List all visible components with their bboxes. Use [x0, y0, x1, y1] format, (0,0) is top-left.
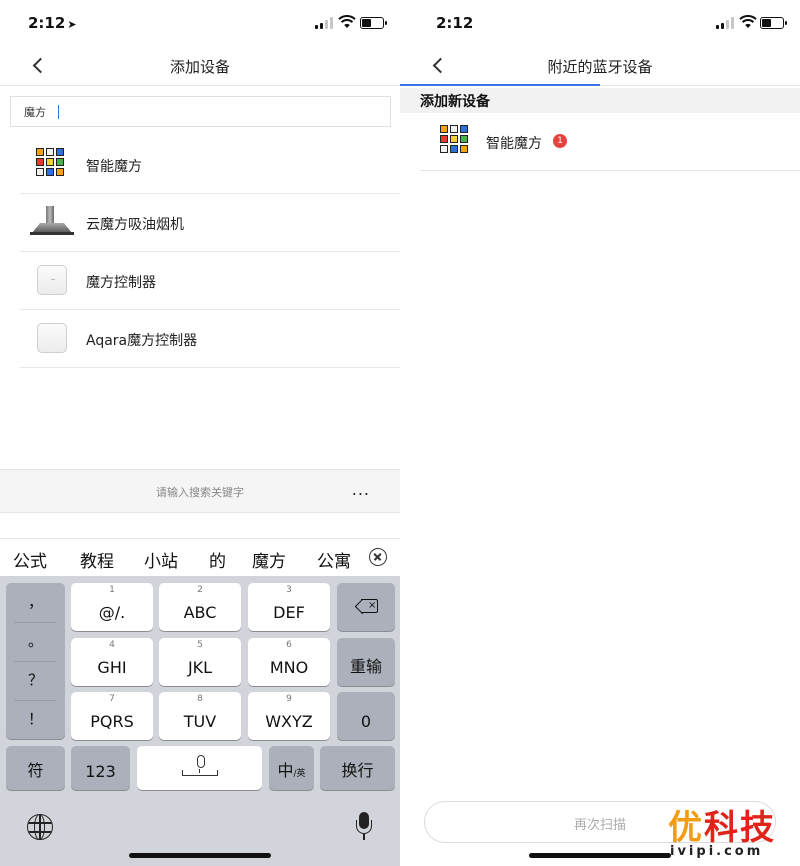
home-indicator — [529, 853, 671, 858]
key-period[interactable]: 。 — [6, 622, 65, 661]
candidate-word[interactable]: 的 — [209, 547, 226, 572]
device-item-range-hood[interactable]: 云魔方吸油烟机 — [20, 194, 400, 252]
rubiks-cube-icon — [434, 125, 476, 159]
key-6[interactable]: 6 MNO — [248, 638, 330, 686]
keyword-hint-bar: 请输入搜索关键字 ... — [0, 469, 400, 513]
home-indicator — [129, 853, 271, 858]
space-key[interactable] — [137, 746, 262, 790]
device-item-aqara-cube-controller[interactable]: Aqara魔方控制器 — [20, 310, 400, 368]
more-button[interactable]: ... — [352, 480, 370, 499]
device-name: 智能魔方 — [86, 159, 142, 175]
keyword-hint: 请输入搜索关键字 — [156, 486, 244, 499]
watermark-brand: 优科技 — [668, 808, 776, 848]
device-list: 智能魔方 云魔方吸油烟机 魔方控制器 Aqara魔方控制器 — [20, 136, 400, 368]
microphone-icon[interactable] — [356, 812, 372, 842]
status-time: 2:12 — [436, 14, 474, 32]
backspace-icon: × — [357, 599, 379, 613]
section-title: 添加新设备 — [420, 94, 490, 110]
symbols-key[interactable]: 符 — [6, 746, 65, 790]
bluetooth-device-item[interactable]: 智能魔方 1 — [420, 113, 800, 171]
nav-bar: 添加设备 — [0, 48, 400, 86]
numbers-key[interactable]: 123 — [71, 746, 130, 790]
device-name: 魔方控制器 — [86, 275, 156, 291]
wifi-icon — [338, 15, 356, 28]
key-7[interactable]: 7 PQRS — [71, 692, 153, 740]
text-caret — [58, 105, 59, 119]
key-exclamation[interactable]: ！ — [6, 700, 65, 739]
keyboard: ， 。 ？ ！ 1 @/. 2 ABC 3 DEF × 4 GHI 5 JKL 6 MNO … — [0, 576, 400, 866]
candidate-word[interactable]: 公寓 — [317, 547, 351, 572]
key-1[interactable]: 1 @/. — [71, 583, 153, 631]
candidate-word[interactable]: 公式 — [13, 547, 47, 572]
cellular-signal-icon — [716, 17, 736, 29]
cube-controller-icon — [30, 264, 72, 298]
cube-controller-icon — [30, 322, 72, 356]
space-icon — [182, 770, 218, 776]
retype-key[interactable]: 重输 — [337, 638, 395, 686]
count-badge: 1 — [553, 134, 567, 148]
key-9[interactable]: 9 WXYZ — [248, 692, 330, 740]
page-title: 添加设备 — [169, 58, 230, 76]
device-name: 云魔方吸油烟机 — [86, 217, 184, 233]
nav-bar: 附近的蓝牙设备 — [400, 48, 800, 86]
device-item-smart-cube[interactable]: 智能魔方 — [20, 136, 400, 194]
key-3[interactable]: 3 DEF — [248, 583, 330, 631]
range-hood-icon — [30, 206, 74, 240]
language-switch-key[interactable]: 中/英 — [269, 746, 314, 790]
watermark-domain: ivipi.com — [670, 844, 764, 859]
candidate-word[interactable]: 小站 — [144, 547, 178, 572]
scan-progress-bar — [400, 84, 600, 86]
cellular-signal-icon — [315, 17, 335, 29]
key-5[interactable]: 5 JKL — [159, 638, 241, 686]
status-bar: 2:12 ➤ — [0, 0, 400, 48]
search-input[interactable] — [11, 97, 390, 126]
location-arrow-icon: ➤ — [67, 18, 77, 31]
device-name: Aqara魔方控制器 — [86, 333, 198, 349]
candidate-word[interactable]: 教程 — [80, 547, 114, 572]
close-candidates-icon[interactable] — [369, 548, 387, 566]
key-2[interactable]: 2 ABC — [159, 583, 241, 631]
key-question[interactable]: ？ — [6, 661, 65, 700]
battery-icon — [760, 17, 787, 29]
punctuation-column: ， 。 ？ ！ — [6, 583, 65, 739]
candidate-bar: 公式 教程 小站 的 魔方 公寓 — [0, 538, 400, 576]
key-8[interactable]: 8 TUV — [159, 692, 241, 740]
key-0[interactable]: 0 — [337, 692, 395, 740]
page-title: 附近的蓝牙设备 — [547, 58, 653, 76]
watermark-logo: 优科技 ivipi.com — [666, 800, 796, 864]
wifi-icon — [739, 15, 757, 28]
device-item-cube-controller[interactable]: 魔方控制器 — [20, 252, 400, 310]
key-comma[interactable]: ， — [6, 583, 65, 622]
candidate-word[interactable]: 魔方 — [252, 547, 286, 572]
left-screen: 2:12➤ 添加设备 智能魔方 — [0, 0, 400, 866]
device-name: 智能魔方 — [486, 136, 542, 152]
right-screen: 2:12 附近的蓝牙设备 添加新设备 智能魔方 1 再次扫描 — [400, 0, 800, 866]
newline-key[interactable]: 换行 — [320, 746, 395, 790]
backspace-key[interactable]: × — [337, 583, 395, 631]
status-bar: 2:12 — [400, 0, 800, 48]
battery-icon — [360, 17, 387, 29]
globe-icon[interactable] — [27, 814, 53, 840]
rubiks-cube-icon — [30, 148, 72, 182]
section-header: 添加新设备 — [400, 88, 800, 113]
key-4[interactable]: 4 GHI — [71, 638, 153, 686]
status-time: 2:12 ➤ — [28, 14, 77, 32]
search-field[interactable] — [10, 96, 391, 127]
